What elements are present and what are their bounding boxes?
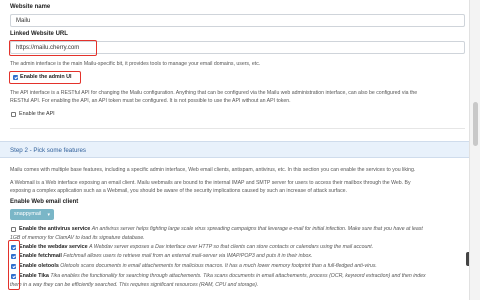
linked-url-highlight xyxy=(9,40,97,56)
webmail-select-value: snappymail xyxy=(14,211,42,217)
section-divider xyxy=(10,128,465,129)
webdav-desc: A Webdav server exposes a Dav interface … xyxy=(89,244,374,250)
fetchmail-label: Enable fetchmail xyxy=(19,253,62,259)
webmail-select[interactable]: snappymail ▾ xyxy=(10,209,54,220)
api-checkbox[interactable] xyxy=(11,112,16,117)
oletools-label: Enable oletools xyxy=(19,263,59,269)
tika-row: Enable Tika Tika enables the functionali… xyxy=(19,273,469,280)
step2-intro-text: Mailu comes with multiple base features,… xyxy=(10,167,416,173)
scrollbar-thumb[interactable] xyxy=(473,102,478,146)
chevron-down-icon: ▾ xyxy=(47,212,50,218)
api-help-line2: RESTful API. For enabling the API, an AP… xyxy=(10,98,291,104)
api-label: Enable the API xyxy=(19,111,55,117)
fetchmail-row: Enable fetchmail Fetchmail allows users … xyxy=(19,253,469,260)
tika-label: Enable Tika xyxy=(19,273,49,279)
features-highlight xyxy=(8,240,20,290)
fetchmail-desc: Fetchmail allows users to retrieve mail … xyxy=(63,253,313,259)
oletools-desc: Oletools scans documents in email attach… xyxy=(60,263,377,269)
webdav-label: Enable the webdav service xyxy=(19,244,88,250)
page-scrollbar[interactable] xyxy=(469,0,480,300)
linked-url-label: Linked Website URL xyxy=(10,31,68,37)
antivirus-desc-2: 1GB of memory for ClamAV to load its sig… xyxy=(10,235,145,241)
oletools-row: Enable oletools Oletools scans documents… xyxy=(19,263,469,270)
antivirus-checkbox[interactable] xyxy=(11,227,16,232)
webdav-row: Enable the webdav service A Webdav serve… xyxy=(19,244,469,251)
antivirus-desc-1: An antivirus server helps fighting large… xyxy=(91,226,423,232)
website-name-label: Website name xyxy=(10,4,51,10)
step2-section-header: Step 2 - Pick some features xyxy=(0,141,470,158)
tika-desc-1: Tika enables the functionality for searc… xyxy=(50,273,426,279)
webmail-help-line1: A Webmail is a Web interface exposing an… xyxy=(10,180,411,186)
admin-ui-highlight xyxy=(9,71,81,84)
api-help-line1: The API interface is a RESTful API for c… xyxy=(10,90,418,96)
antivirus-label: Enable the antivirus service xyxy=(19,226,91,232)
webmail-help-line2: exposing a complex application such as a… xyxy=(10,188,347,194)
website-name-input[interactable]: Mailu xyxy=(10,14,465,27)
antivirus-row: Enable the antivirus service An antiviru… xyxy=(19,226,469,233)
admin-help-text: The admin interface is the main Mailu-sp… xyxy=(10,61,261,67)
tika-desc-2: them in a way they can be efficiently se… xyxy=(10,282,259,288)
webmail-label: Enable Web email client xyxy=(10,199,79,205)
